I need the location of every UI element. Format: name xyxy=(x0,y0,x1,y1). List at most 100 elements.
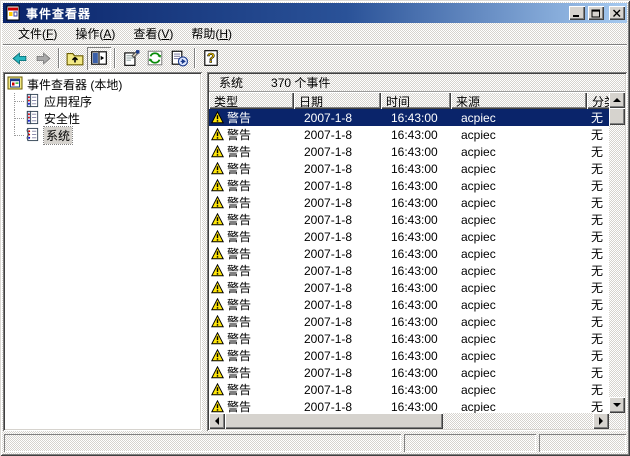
event-row[interactable]: 警告 2007-1-8 16:43:00 acpiec 无 xyxy=(209,109,609,126)
help-button[interactable]: ? xyxy=(199,47,223,70)
event-date-cell: 2007-1-8 xyxy=(294,162,381,176)
event-category-cell: 无 xyxy=(587,211,609,228)
menu-file[interactable]: 文件(F) xyxy=(9,23,66,44)
event-row[interactable]: 警告 2007-1-8 16:43:00 acpiec 无 xyxy=(209,143,609,160)
menu-help[interactable]: 帮助(H) xyxy=(182,23,241,44)
event-date-cell: 2007-1-8 xyxy=(294,383,381,397)
refresh-button[interactable] xyxy=(143,47,167,70)
horizontal-scrollbar[interactable] xyxy=(209,413,609,429)
event-type-cell: 警告 xyxy=(209,109,294,126)
refresh-icon xyxy=(146,49,164,67)
event-row[interactable]: 警告 2007-1-8 16:43:00 acpiec 无 xyxy=(209,279,609,296)
toolbar-separator xyxy=(58,48,60,68)
warning-icon xyxy=(211,400,224,413)
up-one-level-icon xyxy=(66,49,84,67)
result-banner: 系统 370 个事件 xyxy=(209,74,625,92)
menu-view[interactable]: 查看(V) xyxy=(124,23,182,44)
maximize-button[interactable] xyxy=(588,6,604,20)
event-time-cell: 16:43:00 xyxy=(381,162,451,176)
event-row[interactable]: 警告 2007-1-8 16:43:00 acpiec 无 xyxy=(209,330,609,347)
event-time-cell: 16:43:00 xyxy=(381,247,451,261)
event-source-cell: acpiec xyxy=(451,298,587,312)
event-date-cell: 2007-1-8 xyxy=(294,366,381,380)
scroll-left-button[interactable] xyxy=(209,413,225,429)
event-log-icon xyxy=(25,110,40,128)
tree-item-label: 应用程序 xyxy=(44,93,92,110)
event-row[interactable]: 警告 2007-1-8 16:43:00 acpiec 无 xyxy=(209,211,609,228)
scroll-down-button[interactable] xyxy=(609,397,625,413)
close-button[interactable] xyxy=(609,6,625,20)
event-row[interactable]: 警告 2007-1-8 16:43:00 acpiec 无 xyxy=(209,398,609,413)
scroll-right-button[interactable] xyxy=(593,413,609,429)
banner-event-count: 370 个事件 xyxy=(271,74,330,91)
scroll-up-button[interactable] xyxy=(609,92,625,108)
event-time-cell: 16:43:00 xyxy=(381,383,451,397)
properties-button[interactable] xyxy=(119,47,143,70)
event-category-cell: 无 xyxy=(587,313,609,330)
event-row[interactable]: 警告 2007-1-8 16:43:00 acpiec 无 xyxy=(209,347,609,364)
warning-icon xyxy=(211,128,224,141)
event-time-cell: 16:43:00 xyxy=(381,196,451,210)
event-source-cell: acpiec xyxy=(451,281,587,295)
event-type-cell: 警告 xyxy=(209,279,294,296)
event-date-cell: 2007-1-8 xyxy=(294,400,381,414)
event-row[interactable]: 警告 2007-1-8 16:43:00 acpiec 无 xyxy=(209,160,609,177)
event-row[interactable]: 警告 2007-1-8 16:43:00 acpiec 无 xyxy=(209,313,609,330)
event-category-cell: 无 xyxy=(587,228,609,245)
forward-button[interactable] xyxy=(31,47,55,70)
event-type-cell: 警告 xyxy=(209,330,294,347)
event-row[interactable]: 警告 2007-1-8 16:43:00 acpiec 无 xyxy=(209,177,609,194)
tree-item-application[interactable]: 应用程序 xyxy=(14,93,199,110)
event-row[interactable]: 警告 2007-1-8 16:43:00 acpiec 无 xyxy=(209,364,609,381)
event-date-cell: 2007-1-8 xyxy=(294,179,381,193)
event-row[interactable]: 警告 2007-1-8 16:43:00 acpiec 无 xyxy=(209,245,609,262)
event-category-cell: 无 xyxy=(587,160,609,177)
event-category-cell: 无 xyxy=(587,109,609,126)
column-header-type[interactable]: 类型 xyxy=(209,92,294,109)
event-time-cell: 16:43:00 xyxy=(381,315,451,329)
column-header-date[interactable]: 日期 xyxy=(294,92,381,109)
event-row[interactable]: 警告 2007-1-8 16:43:00 acpiec 无 xyxy=(209,228,609,245)
console-tree-pane: 事件查看器 (本地) 应用程序 安全性 xyxy=(3,72,202,431)
event-log-icon xyxy=(25,127,40,145)
event-source-cell: acpiec xyxy=(451,400,587,414)
column-header-category[interactable]: 分类 xyxy=(587,92,609,109)
up-one-level-button[interactable] xyxy=(63,47,87,70)
tree-guide xyxy=(14,110,24,127)
vertical-scroll-thumb[interactable] xyxy=(609,108,625,125)
minimize-button[interactable] xyxy=(569,6,585,20)
event-date-cell: 2007-1-8 xyxy=(294,349,381,363)
menu-action[interactable]: 操作(A) xyxy=(66,23,124,44)
column-header-time[interactable]: 时间 xyxy=(381,92,451,109)
tree-item-system[interactable]: 系统 xyxy=(14,127,199,144)
event-source-cell: acpiec xyxy=(451,111,587,125)
show-hide-tree-button[interactable] xyxy=(87,47,111,70)
event-type-cell: 警告 xyxy=(209,296,294,313)
event-time-cell: 16:43:00 xyxy=(381,128,451,142)
tree-item-label: 安全性 xyxy=(44,110,80,127)
event-date-cell: 2007-1-8 xyxy=(294,111,381,125)
vertical-scrollbar[interactable] xyxy=(609,92,625,413)
export-list-button[interactable] xyxy=(167,47,191,70)
event-row[interactable]: 警告 2007-1-8 16:43:00 acpiec 无 xyxy=(209,262,609,279)
tree-root-event-viewer[interactable]: 事件查看器 (本地) xyxy=(6,76,199,93)
event-source-cell: acpiec xyxy=(451,213,587,227)
back-button[interactable] xyxy=(7,47,31,70)
tree-item-security[interactable]: 安全性 xyxy=(14,110,199,127)
event-row[interactable]: 警告 2007-1-8 16:43:00 acpiec 无 xyxy=(209,126,609,143)
console-icon xyxy=(7,75,23,94)
event-time-cell: 16:43:00 xyxy=(381,366,451,380)
event-row[interactable]: 警告 2007-1-8 16:43:00 acpiec 无 xyxy=(209,296,609,313)
event-row[interactable]: 警告 2007-1-8 16:43:00 acpiec 无 xyxy=(209,381,609,398)
event-date-cell: 2007-1-8 xyxy=(294,315,381,329)
horizontal-scroll-thumb[interactable] xyxy=(225,413,443,429)
app-icon xyxy=(5,5,21,21)
column-header-source[interactable]: 来源 xyxy=(451,92,587,109)
event-type-cell: 警告 xyxy=(209,194,294,211)
main-area: 事件查看器 (本地) 应用程序 安全性 xyxy=(3,71,627,431)
event-date-cell: 2007-1-8 xyxy=(294,145,381,159)
event-type-cell: 警告 xyxy=(209,381,294,398)
event-row[interactable]: 警告 2007-1-8 16:43:00 acpiec 无 xyxy=(209,194,609,211)
event-source-cell: acpiec xyxy=(451,315,587,329)
event-source-cell: acpiec xyxy=(451,247,587,261)
